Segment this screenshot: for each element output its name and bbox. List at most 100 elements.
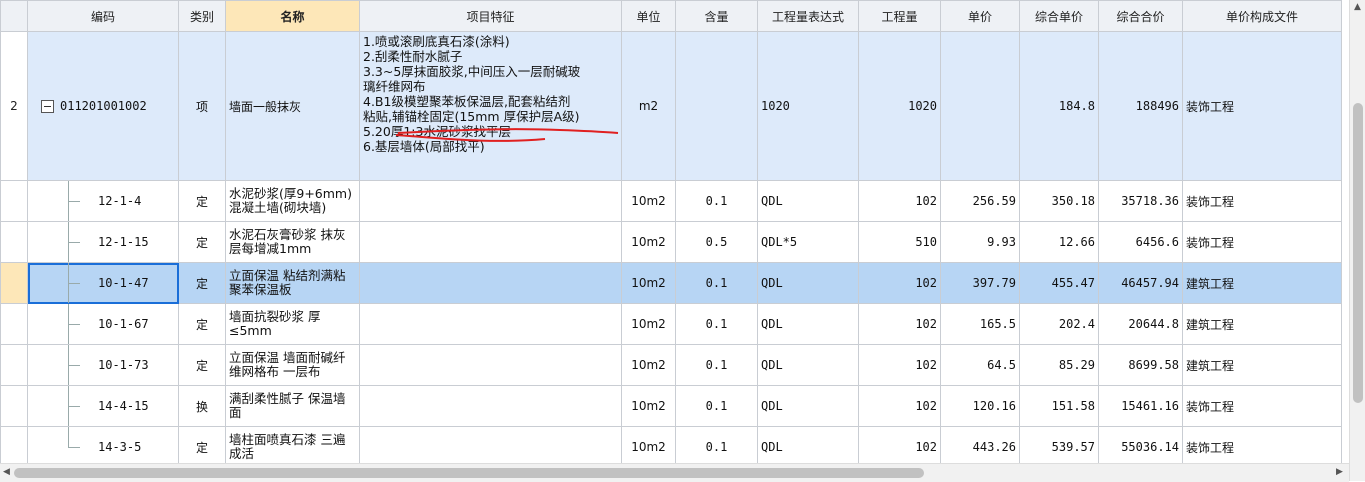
row-number[interactable] bbox=[0, 303, 28, 345]
features-cell[interactable] bbox=[359, 344, 622, 386]
content-cell[interactable]: 0.1 bbox=[675, 385, 758, 427]
expr-cell[interactable]: 1020 bbox=[757, 31, 859, 181]
unit-cell[interactable]: 10m2 bbox=[621, 385, 676, 427]
price-cell[interactable] bbox=[940, 31, 1020, 181]
price-cell[interactable]: 256.59 bbox=[940, 180, 1020, 222]
unit-cell[interactable]: 10m2 bbox=[621, 303, 676, 345]
code-cell[interactable]: 12-1-15 bbox=[27, 221, 179, 263]
header-unit-price[interactable]: 综合单价 bbox=[1019, 0, 1099, 32]
qty-cell[interactable]: 102 bbox=[858, 303, 941, 345]
scroll-right-icon[interactable]: ▶ bbox=[1336, 467, 1343, 477]
file-cell[interactable]: 装饰工程 bbox=[1182, 31, 1342, 181]
unit-cell[interactable]: 10m2 bbox=[621, 344, 676, 386]
scroll-up-icon[interactable]: ▲ bbox=[1354, 2, 1361, 12]
features-cell[interactable]: 1.喷或滚刷底真石漆(涂料) 2.刮柔性耐水腻子 3.3~5厚抹面胶浆,中间压入… bbox=[359, 31, 622, 181]
expr-cell[interactable]: QDL bbox=[757, 180, 859, 222]
file-cell[interactable]: 装饰工程 bbox=[1182, 385, 1342, 427]
row-number[interactable] bbox=[0, 426, 28, 463]
qty-cell[interactable]: 102 bbox=[858, 385, 941, 427]
name-cell[interactable]: 墙柱面喷真石漆 三遍成活 bbox=[225, 426, 360, 463]
file-cell[interactable]: 建筑工程 bbox=[1182, 262, 1342, 304]
name-cell[interactable]: 立面保温 粘结剂满粘聚苯保温板 bbox=[225, 262, 360, 304]
header-code[interactable]: 编码 bbox=[27, 0, 179, 32]
total-cell[interactable]: 55036.14 bbox=[1098, 426, 1183, 463]
name-cell[interactable]: 水泥石灰膏砂浆 抹灰层每增减1mm bbox=[225, 221, 360, 263]
file-cell[interactable]: 装饰工程 bbox=[1182, 426, 1342, 463]
unit-cell[interactable]: 10m2 bbox=[621, 180, 676, 222]
header-features[interactable]: 项目特征 bbox=[359, 0, 622, 32]
scroll-left-icon[interactable]: ◀ bbox=[3, 467, 10, 477]
qty-cell[interactable]: 510 bbox=[858, 221, 941, 263]
total-cell[interactable]: 8699.58 bbox=[1098, 344, 1183, 386]
name-cell[interactable]: 立面保温 墙面耐碱纤维网格布 一层布 bbox=[225, 344, 360, 386]
expr-cell[interactable]: QDL bbox=[757, 344, 859, 386]
file-cell[interactable]: 建筑工程 bbox=[1182, 303, 1342, 345]
expr-cell[interactable]: QDL bbox=[757, 262, 859, 304]
name-cell[interactable]: 水泥砂浆(厚9+6mm)混凝土墙(砌块墙) bbox=[225, 180, 360, 222]
header-price[interactable]: 单价 bbox=[940, 0, 1020, 32]
file-cell[interactable]: 装饰工程 bbox=[1182, 180, 1342, 222]
unit-cell[interactable]: 10m2 bbox=[621, 262, 676, 304]
name-cell[interactable]: 墙面一般抹灰 bbox=[225, 31, 360, 181]
total-cell[interactable]: 35718.36 bbox=[1098, 180, 1183, 222]
category-cell[interactable]: 定 bbox=[178, 180, 226, 222]
content-cell[interactable]: 0.1 bbox=[675, 303, 758, 345]
unit-price-cell[interactable]: 151.58 bbox=[1019, 385, 1099, 427]
content-cell[interactable] bbox=[675, 31, 758, 181]
expr-cell[interactable]: QDL bbox=[757, 385, 859, 427]
header-name[interactable]: 名称 bbox=[225, 0, 360, 32]
code-cell[interactable]: 10-1-47 bbox=[27, 262, 179, 304]
quota-row[interactable]: 14-3-5 定墙柱面喷真石漆 三遍成活 10m2 0.1 QDL 102 443.26 53… bbox=[0, 426, 1342, 463]
features-cell[interactable] bbox=[359, 385, 622, 427]
features-cell[interactable] bbox=[359, 262, 622, 304]
code-cell[interactable]: 14-4-15 bbox=[27, 385, 179, 427]
unit-price-cell[interactable]: 202.4 bbox=[1019, 303, 1099, 345]
collapse-icon[interactable] bbox=[41, 99, 54, 113]
quota-row[interactable]: 10-1-73 定立面保温 墙面耐碱纤维网格布 一层布 10m2 0.1 QDL 102 6… bbox=[0, 344, 1342, 386]
header-category[interactable]: 类别 bbox=[178, 0, 226, 32]
vertical-scrollbar[interactable]: ▲ bbox=[1349, 0, 1365, 481]
code-cell[interactable]: 10-1-73 bbox=[27, 344, 179, 386]
unit-price-cell[interactable]: 184.8 bbox=[1019, 31, 1099, 181]
header-expr[interactable]: 工程量表达式 bbox=[757, 0, 859, 32]
row-number[interactable]: 2 bbox=[0, 31, 28, 181]
category-cell[interactable]: 换 bbox=[178, 385, 226, 427]
price-cell[interactable]: 397.79 bbox=[940, 262, 1020, 304]
row-number[interactable] bbox=[0, 221, 28, 263]
total-cell[interactable]: 46457.94 bbox=[1098, 262, 1183, 304]
row-number[interactable] bbox=[0, 180, 28, 222]
category-cell[interactable]: 定 bbox=[178, 303, 226, 345]
content-cell[interactable]: 0.1 bbox=[675, 180, 758, 222]
row-number[interactable] bbox=[0, 344, 28, 386]
features-cell[interactable] bbox=[359, 303, 622, 345]
expr-cell[interactable]: QDL bbox=[757, 426, 859, 463]
price-cell[interactable]: 120.16 bbox=[940, 385, 1020, 427]
header-corner[interactable] bbox=[0, 0, 28, 32]
content-cell[interactable]: 0.1 bbox=[675, 262, 758, 304]
code-cell[interactable]: 12-1-4 bbox=[27, 180, 179, 222]
row-number[interactable] bbox=[0, 385, 28, 427]
features-cell[interactable] bbox=[359, 221, 622, 263]
code-cell[interactable]: 14-3-5 bbox=[27, 426, 179, 463]
file-cell[interactable]: 建筑工程 bbox=[1182, 344, 1342, 386]
expr-cell[interactable]: QDL*5 bbox=[757, 221, 859, 263]
unit-price-cell[interactable]: 85.29 bbox=[1019, 344, 1099, 386]
qty-cell[interactable]: 1020 bbox=[858, 31, 941, 181]
category-cell[interactable]: 定 bbox=[178, 426, 226, 463]
code-cell[interactable]: 10-1-67 bbox=[27, 303, 179, 345]
horizontal-scrollbar[interactable]: ◀ ▶ bbox=[0, 463, 1349, 482]
price-cell[interactable]: 64.5 bbox=[940, 344, 1020, 386]
quota-grid[interactable]: 编码 类别 名称 项目特征 单位 含量 工程量表达式 工程量 单价 综合单价 综… bbox=[0, 0, 1349, 463]
total-cell[interactable]: 6456.6 bbox=[1098, 221, 1183, 263]
unit-cell[interactable]: 10m2 bbox=[621, 426, 676, 463]
unit-price-cell[interactable]: 539.57 bbox=[1019, 426, 1099, 463]
qty-cell[interactable]: 102 bbox=[858, 344, 941, 386]
file-cell[interactable]: 装饰工程 bbox=[1182, 221, 1342, 263]
total-cell[interactable]: 188496 bbox=[1098, 31, 1183, 181]
header-unit[interactable]: 单位 bbox=[621, 0, 676, 32]
header-content[interactable]: 含量 bbox=[675, 0, 758, 32]
vertical-scroll-thumb[interactable] bbox=[1353, 103, 1363, 403]
header-total[interactable]: 综合合价 bbox=[1098, 0, 1183, 32]
unit-price-cell[interactable]: 12.66 bbox=[1019, 221, 1099, 263]
content-cell[interactable]: 0.1 bbox=[675, 426, 758, 463]
